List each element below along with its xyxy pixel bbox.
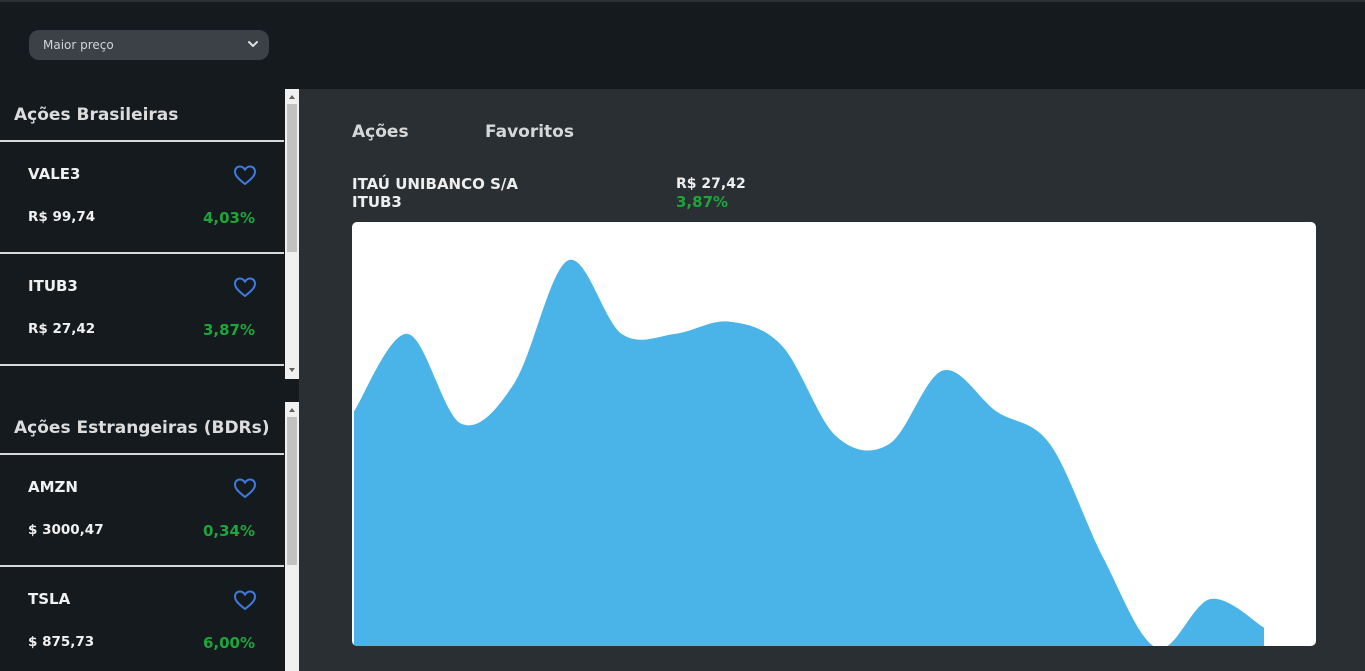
company-ticker: ITUB3 — [352, 193, 402, 211]
company-name: ITAÚ UNIBANCO S/A — [352, 175, 518, 193]
stock-card-itub3[interactable]: ITUB3 R$ 27,42 3,87% — [0, 254, 284, 364]
stock-price: $ 875,73 — [28, 634, 95, 650]
stock-change: 4,03% — [202, 209, 255, 227]
stock-price: R$ 99,74 — [28, 209, 96, 225]
scroll-up-arrow-icon[interactable] — [285, 403, 299, 417]
stock-ticker: ITUB3 — [28, 277, 78, 295]
scroll-down-arrow-icon[interactable] — [285, 363, 299, 377]
price-chart — [352, 222, 1316, 646]
chevron-down-icon — [248, 41, 258, 47]
foreign-scrollbar[interactable] — [285, 402, 299, 671]
main-content: Ações Favoritos ITAÚ UNIBANCO S/A ITUB3 … — [299, 89, 1365, 671]
stock-change: 6,00% — [202, 634, 255, 652]
stock-change: 0,34% — [202, 522, 255, 540]
heart-icon[interactable] — [233, 276, 257, 298]
stock-card-vale3[interactable]: VALE3 R$ 99,74 4,03% — [0, 142, 284, 252]
divider — [0, 364, 284, 366]
stock-card-amzn[interactable]: AMZN $ 3000,47 0,34% — [0, 455, 284, 565]
heart-icon[interactable] — [233, 477, 257, 499]
stock-ticker: TSLA — [28, 590, 71, 608]
foreign-panel-title: Ações Estrangeiras (BDRs) — [14, 418, 270, 438]
top-border — [0, 0, 1365, 2]
selected-price: R$ 27,42 — [676, 176, 746, 192]
stock-price: R$ 27,42 — [28, 321, 96, 337]
brazil-scrollbar[interactable] — [285, 89, 299, 379]
tab-acoes[interactable]: Ações — [352, 122, 409, 142]
tab-favoritos[interactable]: Favoritos — [485, 122, 574, 142]
heart-icon[interactable] — [233, 589, 257, 611]
stock-ticker: AMZN — [28, 478, 78, 496]
price-area-series — [354, 259, 1264, 646]
scroll-up-arrow-icon[interactable] — [285, 90, 299, 104]
scrollbar-thumb[interactable] — [287, 104, 297, 252]
brazil-panel-title: Ações Brasileiras — [14, 105, 179, 125]
brazil-stocks-panel: Ações Brasileiras VALE3 R$ 99,74 4,03% I… — [0, 89, 299, 379]
price-area-chart — [354, 259, 1264, 646]
stock-card-tsla[interactable]: TSLA $ 875,73 6,00% — [0, 567, 284, 671]
stock-ticker: VALE3 — [28, 165, 81, 183]
heart-icon[interactable] — [233, 164, 257, 186]
selected-change: 3,87% — [676, 193, 729, 211]
scrollbar-thumb[interactable] — [287, 417, 297, 565]
stock-change: 3,87% — [202, 321, 255, 339]
sort-select-value: Maior preço — [43, 38, 114, 52]
stock-price: $ 3000,47 — [28, 522, 104, 538]
sort-select[interactable]: Maior preço — [29, 30, 269, 60]
foreign-stocks-panel: Ações Estrangeiras (BDRs) AMZN $ 3000,47… — [0, 402, 299, 671]
